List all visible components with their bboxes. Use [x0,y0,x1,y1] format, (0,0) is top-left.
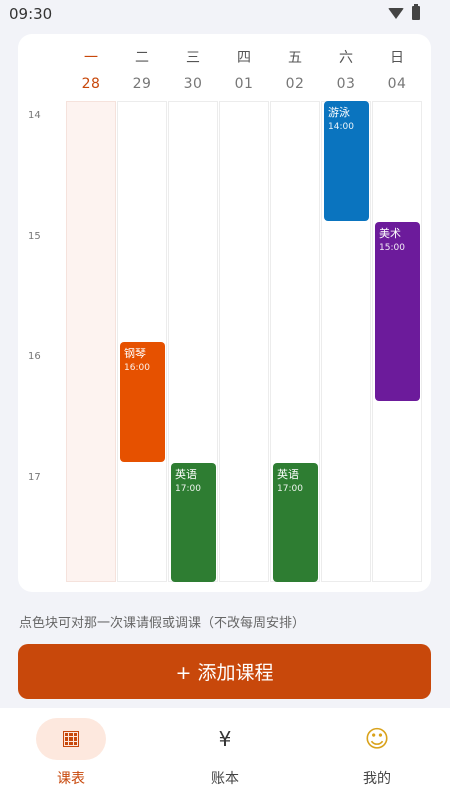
nav-label: 我的 [363,771,391,787]
add-course-button[interactable]: + 添加课程 [18,644,431,699]
timetable-grid: 游泳 14:00 美术 15:00 钢琴 16:00 英语 17:00 英语 17:00 [66,101,423,583]
nav-item-我的[interactable]: ☺ 我的 [317,718,437,788]
course-block[interactable]: 英语 17:00 [273,462,318,582]
day-name: 五 [288,50,302,66]
day-name: 一 [84,50,98,66]
day-header: 四 01 [219,48,269,94]
day-header: 二 29 [117,48,167,94]
course-time: 16:00 [124,363,150,373]
course-time: 17:00 [277,483,303,494]
day-column[interactable] [66,101,116,582]
day-name: 二 [135,50,149,66]
wifi-icon [388,7,404,19]
day-date: 01 [234,76,254,92]
battery-icon [412,4,420,20]
course-block[interactable]: 钢琴 16:00 [120,342,165,462]
hint-text: 点色块可对那一次课请假或调课（不改每周安排） [19,616,306,631]
smile-icon: ☺ [364,725,390,753]
bottom-nav: 课表 ¥ 账本 ☺ 我的 [0,708,450,800]
hour-label: 17 [28,471,41,483]
day-date: 03 [336,76,356,92]
hour-label: 14 [28,110,41,121]
course-block[interactable]: 游泳 14:00 [324,101,369,221]
nav-item-账本[interactable]: ¥ 账本 [165,718,285,788]
hour-label: 15 [28,230,41,242]
nav-label: 账本 [211,771,239,787]
course-title: 游泳 [328,106,350,119]
day-name: 日 [390,50,404,66]
status-icons [388,4,420,20]
course-block[interactable]: 美术 15:00 [375,221,420,402]
day-header: 一 28 [66,48,116,94]
course-time: 14:00 [328,122,354,132]
calendar-grid-icon [36,718,106,760]
course-title: 英语 [277,467,299,481]
day-header: 日 04 [372,48,422,94]
day-header: 五 02 [270,48,320,94]
day-date: 04 [387,76,407,92]
nav-item-课表[interactable]: 课表 [11,718,131,788]
day-header: 三 30 [168,48,218,94]
course-title: 钢琴 [124,347,146,360]
course-time: 17:00 [175,483,201,494]
nav-label: 课表 [57,771,85,787]
day-name: 六 [339,50,353,66]
day-date: 02 [285,76,305,92]
course-title: 美术 [379,226,401,240]
day-header: 六 03 [321,48,371,94]
course-title: 英语 [175,467,197,481]
day-name: 三 [186,50,200,66]
timetable-card: 一 28 二 29 三 30 四 01 五 02 六 03 日 04 14 15 16 17 游泳 14:00 美术… [18,34,431,592]
day-date: 28 [81,76,101,92]
course-time: 15:00 [379,242,405,253]
status-bar: 09:30 [0,0,450,28]
day-date: 30 [183,76,203,92]
course-block[interactable]: 英语 17:00 [171,462,216,582]
day-name: 四 [237,50,251,66]
day-date: 29 [132,76,152,92]
status-time: 09:30 [9,5,53,23]
yen-icon: ¥ [218,727,232,751]
hour-label: 16 [28,351,41,362]
day-column[interactable] [219,101,269,582]
